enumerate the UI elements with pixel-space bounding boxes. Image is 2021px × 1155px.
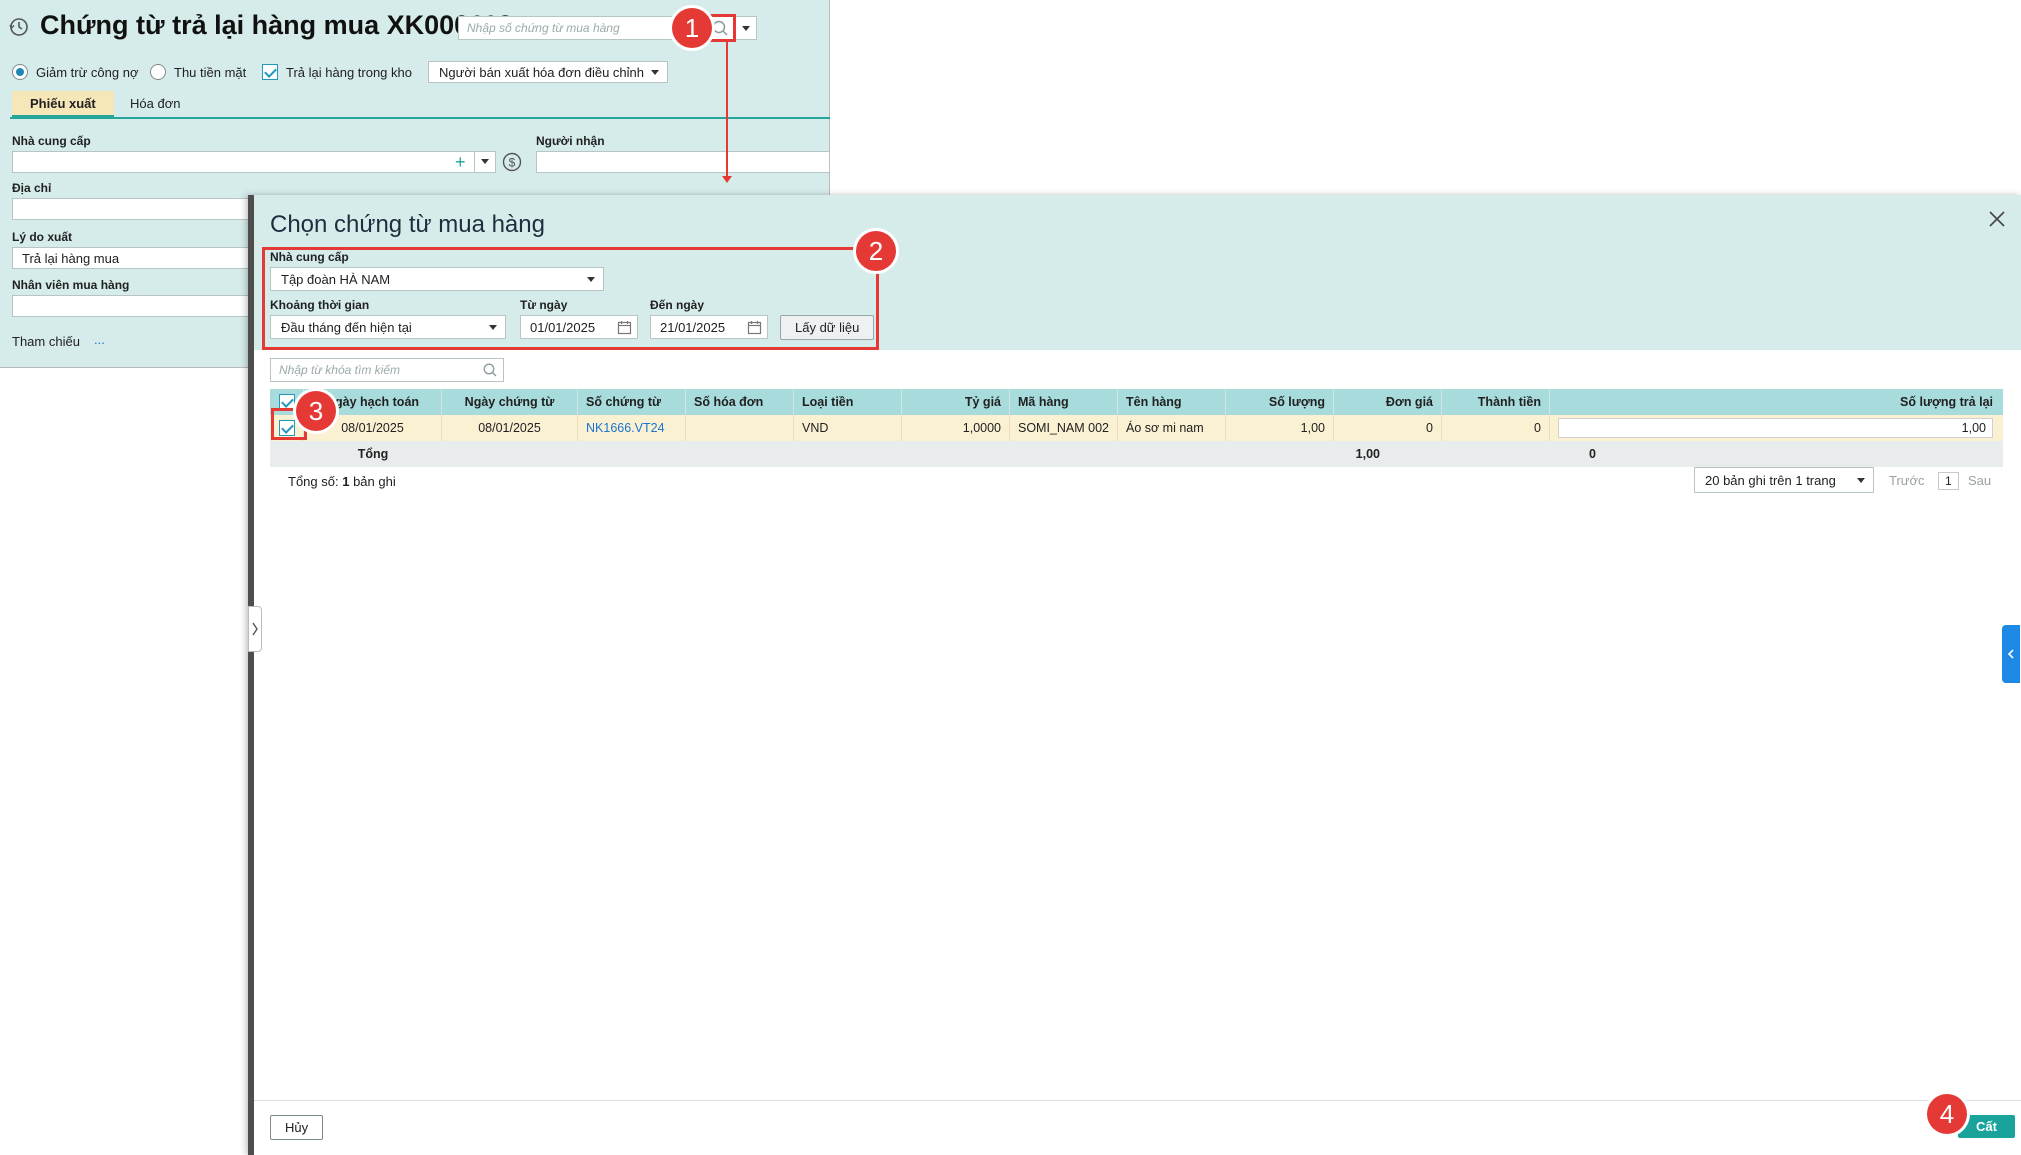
- chevron-down-icon: [742, 26, 750, 31]
- supplier-input[interactable]: [12, 151, 496, 173]
- annotation-arrow-line: [726, 42, 728, 178]
- record-count-value: 1: [342, 474, 350, 489]
- annotation-badge-1: 1: [672, 8, 712, 48]
- cell-document-date: 08/01/2025: [442, 415, 578, 441]
- currency-icon[interactable]: $: [502, 152, 522, 172]
- page-size-select[interactable]: 20 bản ghi trên 1 trang: [1694, 467, 1874, 493]
- address-input[interactable]: [12, 198, 252, 220]
- tab-underline: [10, 117, 830, 119]
- save-button[interactable]: Cất: [1958, 1115, 2015, 1138]
- col-currency[interactable]: Loại tiền: [794, 389, 902, 415]
- cell-currency: VND: [794, 415, 902, 441]
- total-amount: 0: [1589, 447, 1596, 461]
- annotation-badge-2: 2: [856, 231, 896, 271]
- svg-text:$: $: [509, 156, 516, 170]
- buyer-label: Nhân viên mua hàng: [12, 278, 130, 292]
- col-item-code[interactable]: Mã hàng: [1010, 389, 1118, 415]
- cell-document-number-link[interactable]: NK1666.VT24: [578, 415, 686, 441]
- annotation-arrow-head: [722, 176, 732, 183]
- cell-return-quantity: 1,00: [1550, 415, 2001, 441]
- table-header-row: Ngày hạch toán Ngày chứng từ Số chứng từ…: [270, 389, 2003, 415]
- col-item-name[interactable]: Tên hàng: [1118, 389, 1226, 415]
- receiver-label: Người nhận: [536, 134, 605, 148]
- total-spacer-price: [1388, 441, 1496, 467]
- chevron-down-icon: [481, 159, 489, 164]
- deduct-debt-label: Giảm trừ công nợ: [36, 65, 139, 80]
- current-page[interactable]: 1: [1938, 472, 1959, 490]
- col-document-number[interactable]: Số chứng từ: [578, 389, 686, 415]
- next-page-button[interactable]: Sau: [1968, 473, 1991, 488]
- record-count: Tổng số: 1 bản ghi: [288, 474, 396, 489]
- return-quantity-input[interactable]: 1,00: [1558, 418, 1993, 438]
- supplier-label: Nhà cung cấp: [12, 134, 91, 148]
- keyword-search-input[interactable]: Nhập từ khóa tìm kiếm: [270, 358, 504, 382]
- col-return-quantity[interactable]: Số lượng trả lại: [1550, 389, 2001, 415]
- address-label: Địa chỉ: [12, 181, 52, 195]
- col-unit-price[interactable]: Đơn giá: [1334, 389, 1442, 415]
- footer-divider: [254, 1100, 2021, 1101]
- chevron-down-icon: [651, 70, 659, 75]
- col-exchange-rate[interactable]: Tỷ giá: [902, 389, 1010, 415]
- cell-quantity: 1,00: [1226, 415, 1334, 441]
- cell-exchange-rate: 1,0000: [902, 415, 1010, 441]
- reference-label: Tham chiếu: [12, 334, 80, 349]
- tab-invoice[interactable]: Hóa đơn: [112, 91, 198, 116]
- supplier-dropdown[interactable]: [474, 151, 496, 173]
- table-total-row: Tổng 1,00 0: [270, 441, 2003, 467]
- cancel-button[interactable]: Hủy: [270, 1115, 324, 1140]
- cash-refund-label: Thu tiền mặt: [174, 65, 247, 80]
- cash-refund-radio[interactable]: [150, 64, 166, 80]
- page-size-value: 20 bản ghi trên 1 trang: [1705, 473, 1836, 488]
- cell-item-name: Áo sơ mi nam: [1118, 415, 1226, 441]
- cell-invoice-number: [686, 415, 794, 441]
- prev-page-button[interactable]: Trước: [1889, 473, 1925, 488]
- invoice-mode-value: Người bán xuất hóa đơn điều chỉnh: [439, 65, 644, 80]
- annotation-badge-4: 4: [1927, 1094, 1967, 1134]
- total-quantity: 1,00: [1355, 447, 1380, 461]
- reason-input[interactable]: Trả lại hàng mua: [12, 247, 252, 269]
- expand-side-panel-tab[interactable]: [2002, 625, 2020, 683]
- return-to-stock-label: Trả lại hàng trong kho: [286, 65, 412, 80]
- purchase-documents-table: Ngày hạch toán Ngày chứng từ Số chứng từ…: [270, 389, 2003, 467]
- annotation-box-2: [262, 247, 879, 350]
- cell-unit-price: 0: [1334, 415, 1442, 441]
- col-invoice-number[interactable]: Số hóa đơn: [686, 389, 794, 415]
- total-spacer-wide: [442, 441, 1280, 467]
- col-document-date[interactable]: Ngày chứng từ: [442, 389, 578, 415]
- history-icon[interactable]: [8, 16, 30, 38]
- search-icon[interactable]: [482, 362, 498, 378]
- table-row[interactable]: 08/01/2025 08/01/2025 NK1666.VT24 VND 1,…: [270, 415, 2003, 441]
- record-count-suffix: bản ghi: [353, 474, 396, 489]
- invoice-mode-select[interactable]: Người bán xuất hóa đơn điều chỉnh: [428, 61, 668, 83]
- receiver-input[interactable]: [536, 151, 830, 173]
- total-label: Tổng: [357, 447, 389, 461]
- deduct-debt-radio[interactable]: [12, 64, 28, 80]
- reason-label: Lý do xuất: [12, 230, 73, 244]
- buyer-input[interactable]: [12, 295, 252, 317]
- dialog-title: Chọn chứng từ mua hàng: [270, 211, 545, 238]
- close-icon[interactable]: [1985, 207, 2009, 231]
- search-dropdown-button[interactable]: [735, 16, 757, 40]
- chevron-down-icon: [1857, 478, 1865, 483]
- collapse-panel-handle[interactable]: [248, 606, 262, 652]
- record-count-prefix: Tổng số:: [288, 474, 339, 489]
- annotation-badge-3: 3: [296, 391, 336, 431]
- col-amount[interactable]: Thành tiền: [1442, 389, 1550, 415]
- tab-export-slip[interactable]: Phiếu xuất: [12, 91, 114, 118]
- total-spacer: [270, 441, 304, 467]
- col-quantity[interactable]: Số lượng: [1226, 389, 1334, 415]
- return-to-stock-checkbox[interactable]: [262, 64, 278, 80]
- cell-amount: 0: [1442, 415, 1550, 441]
- cell-item-code: SOMI_NAM 002: [1010, 415, 1118, 441]
- page-title: Chứng từ trả lại hàng mua XK000113: [40, 10, 513, 40]
- add-icon[interactable]: +: [455, 153, 466, 171]
- reference-link[interactable]: ...: [94, 332, 105, 347]
